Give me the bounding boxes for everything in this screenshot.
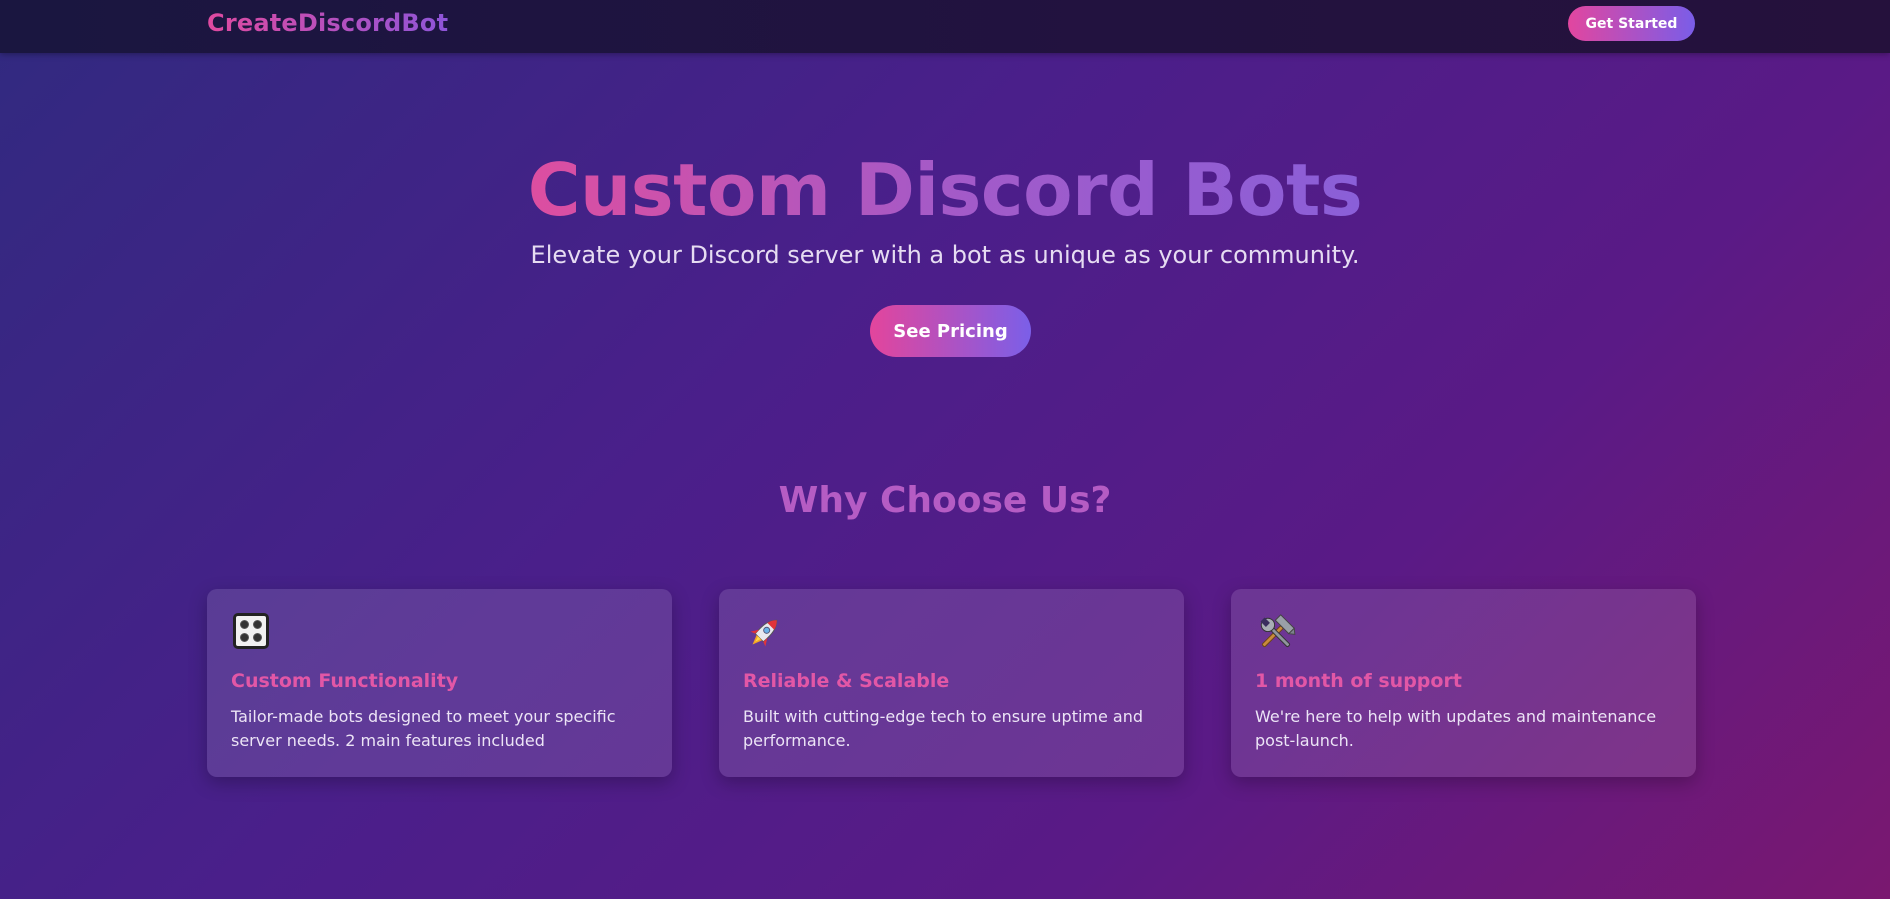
- feature-card-title: Custom Functionality: [231, 670, 459, 692]
- tools-icon: [1260, 614, 1296, 648]
- rocket-icon: [750, 619, 778, 647]
- get-started-button[interactable]: Get Started: [1568, 6, 1695, 41]
- feature-card-title: 1 month of support: [1255, 670, 1462, 692]
- feature-card-custom-functionality: Custom Functionality Tailor-made bots de…: [207, 589, 672, 777]
- hero-subtitle: Elevate your Discord server with a bot a…: [530, 241, 1360, 269]
- dice-icon: [233, 613, 269, 649]
- feature-card-description: Tailor-made bots designed to meet your s…: [231, 707, 616, 750]
- see-pricing-button[interactable]: See Pricing: [870, 305, 1031, 357]
- features-section-title: Why Choose Us?: [778, 480, 1112, 521]
- feature-card-reliable-scalable: Reliable & Scalable Built with cutting-e…: [719, 589, 1184, 777]
- feature-card-description: Built with cutting-edge tech to ensure u…: [743, 707, 1144, 750]
- feature-card-support: 1 month of support We're here to help wi…: [1231, 589, 1696, 777]
- feature-card-description: We're here to help with updates and main…: [1255, 707, 1657, 750]
- feature-card-title: Reliable & Scalable: [743, 670, 950, 692]
- hero-title: Custom Discord Bots: [0, 145, 1890, 235]
- hero-title-text: Custom Discord Bots: [527, 148, 1363, 232]
- brand-logo[interactable]: CreateDiscordBot: [207, 9, 448, 37]
- top-navbar: CreateDiscordBot Get Started: [0, 0, 1890, 53]
